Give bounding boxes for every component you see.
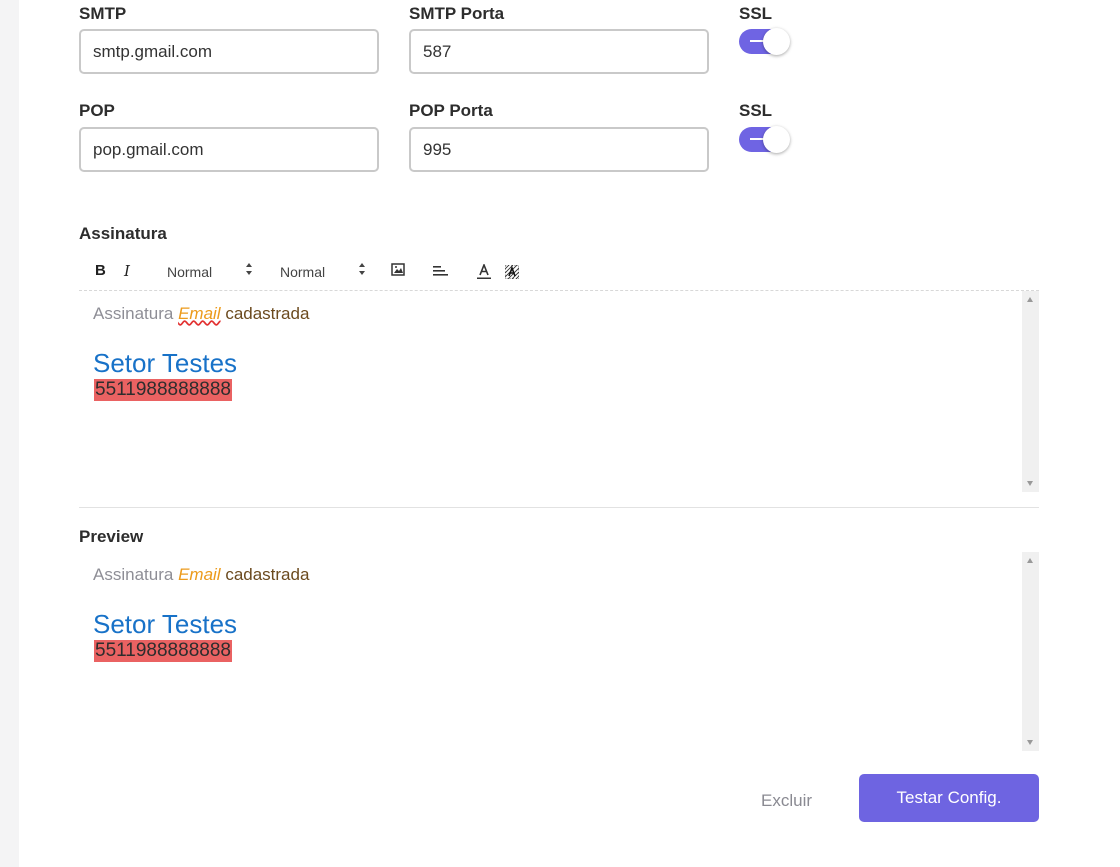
signature-phone: 5511988888888 (94, 379, 232, 401)
background-color-icon[interactable] (505, 265, 519, 279)
preview-word: cadastrada (225, 565, 310, 584)
toggle-knob (763, 28, 790, 55)
delete-button[interactable]: Excluir (761, 791, 812, 811)
pop-port-label: POP Porta (409, 101, 493, 120)
smtp-port-input[interactable] (409, 29, 709, 74)
preview-email-word: Email (178, 565, 221, 584)
scroll-down-icon[interactable] (1027, 740, 1033, 745)
signature-word: Assinatura (93, 304, 174, 323)
signature-title: Setor Testes (93, 348, 238, 378)
updown-arrows-icon (359, 263, 365, 275)
smtp-port-label: SMTP Porta (409, 4, 505, 23)
editor-scrollbar[interactable] (1022, 291, 1039, 492)
left-sidebar-edge (0, 0, 19, 867)
smtp-label: SMTP (79, 4, 127, 23)
preview-phone: 5511988888888 (94, 640, 232, 662)
toggle-on-mark (750, 138, 764, 140)
pop-label: POP (79, 101, 115, 120)
pop-ssl-toggle[interactable] (739, 126, 791, 154)
preview-scrollbar[interactable] (1022, 552, 1039, 751)
updown-arrows-icon (246, 263, 252, 275)
signature-email-word: Email (178, 304, 221, 323)
smtp-ssl-toggle[interactable] (739, 28, 791, 56)
text-color-icon[interactable] (477, 264, 491, 280)
scroll-up-icon[interactable] (1027, 297, 1033, 302)
size-select-value: Normal (280, 264, 326, 280)
bold-button[interactable]: B (95, 262, 106, 279)
signature-editor[interactable]: Assinatura Email cadastrada Setor Testes… (79, 290, 1039, 492)
italic-button[interactable]: I (124, 262, 130, 280)
scroll-down-icon[interactable] (1027, 481, 1033, 486)
signature-preview: Assinatura Email cadastrada Setor Testes… (79, 552, 1039, 751)
preview-word: Assinatura (93, 565, 174, 584)
pop-port-input[interactable] (409, 127, 709, 172)
signature-label: Assinatura (79, 224, 167, 243)
preview-text-line: Assinatura Email cadastrada (93, 565, 309, 585)
toggle-on-mark (750, 40, 764, 42)
font-select[interactable]: Normal (167, 262, 253, 284)
scroll-up-icon[interactable] (1027, 558, 1033, 563)
align-left-icon[interactable] (433, 265, 448, 277)
test-config-button[interactable]: Testar Config. (859, 774, 1039, 822)
preview-label: Preview (79, 527, 144, 546)
size-select[interactable]: Normal (280, 262, 366, 284)
preview-title: Setor Testes (93, 609, 238, 639)
toggle-knob (763, 126, 790, 153)
signature-text-line: Assinatura Email cadastrada (93, 304, 309, 324)
pop-host-input[interactable] (79, 127, 379, 172)
smtp-host-input[interactable] (79, 29, 379, 74)
section-divider (79, 507, 1039, 508)
font-select-value: Normal (167, 264, 213, 280)
signature-word: cadastrada (225, 304, 310, 323)
image-icon[interactable] (391, 263, 405, 276)
pop-ssl-label: SSL (739, 101, 773, 120)
smtp-ssl-label: SSL (739, 4, 773, 23)
